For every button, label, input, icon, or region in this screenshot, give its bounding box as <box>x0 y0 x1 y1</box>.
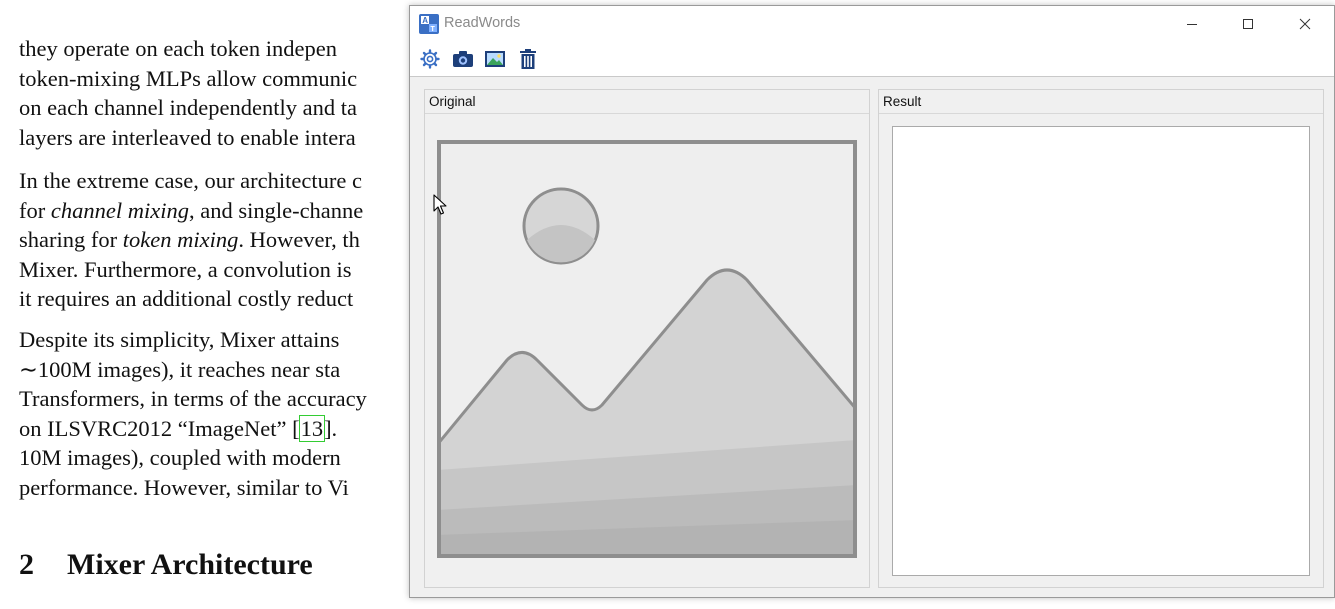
toolbar <box>410 41 1334 77</box>
open-image-button[interactable] <box>483 48 507 70</box>
settings-button[interactable] <box>418 48 442 70</box>
result-text-area[interactable] <box>892 126 1310 576</box>
camera-icon <box>453 51 473 67</box>
trash-icon <box>520 49 536 69</box>
svg-text:T: T <box>431 26 436 33</box>
minimize-icon <box>1187 23 1197 25</box>
image-placeholder-icon <box>437 140 857 558</box>
original-panel-title: Original <box>429 94 476 109</box>
app-icon: A T <box>419 14 439 34</box>
result-panel-title: Result <box>883 94 922 109</box>
citation-link[interactable]: 13 <box>298 414 326 442</box>
panel-divider <box>879 113 1323 114</box>
readwords-window[interactable]: A T ReadWords Original Result <box>409 5 1335 598</box>
section-heading: 2 Mixer Architecture <box>19 548 313 582</box>
section-number: 2 <box>19 548 34 581</box>
result-panel: Result <box>878 89 1324 588</box>
camera-button[interactable] <box>451 48 475 70</box>
section-title: Mixer Architecture <box>67 548 313 581</box>
maximize-button[interactable] <box>1225 6 1271 41</box>
panel-divider <box>425 113 869 114</box>
maximize-icon <box>1243 18 1253 29</box>
image-icon <box>485 51 505 67</box>
close-button[interactable] <box>1282 6 1328 41</box>
title-bar[interactable]: A T ReadWords <box>410 6 1334 41</box>
minimize-button[interactable] <box>1169 6 1215 41</box>
window-title: ReadWords <box>444 15 521 31</box>
original-panel: Original <box>424 89 870 588</box>
close-icon <box>1299 18 1311 29</box>
clear-button[interactable] <box>516 48 540 70</box>
mouse-cursor-icon <box>433 194 447 215</box>
svg-text:A: A <box>422 16 428 25</box>
gear-icon <box>420 49 440 69</box>
